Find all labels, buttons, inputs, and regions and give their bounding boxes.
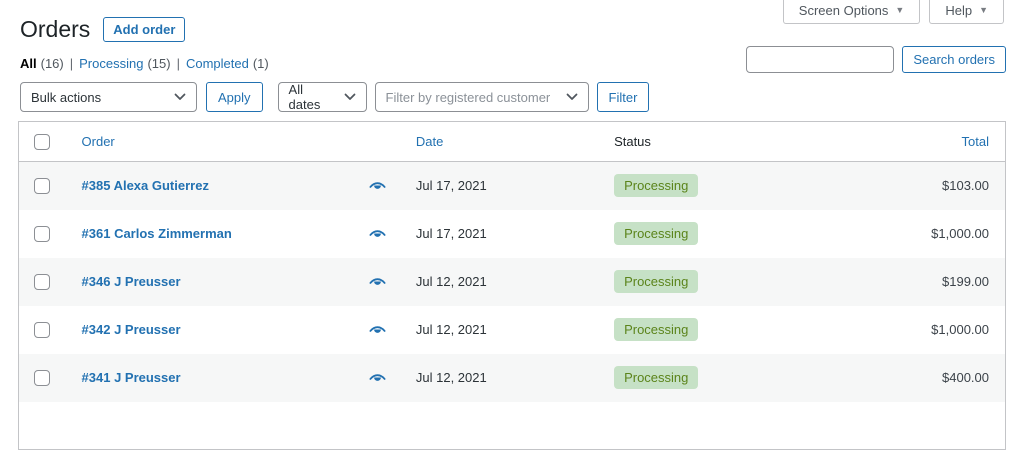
screen-options-label: Screen Options — [798, 3, 889, 18]
row-checkbox[interactable] — [34, 225, 50, 242]
status-badge: Processing — [614, 366, 699, 389]
search-box: Search orders — [746, 46, 1006, 73]
help-button[interactable]: Help ▼ — [929, 0, 1004, 24]
row-checkbox[interactable] — [34, 321, 50, 338]
order-total: $1,000.00 — [931, 322, 989, 337]
order-date: Jul 17, 2021 — [415, 178, 487, 194]
page-title: Orders — [20, 16, 91, 42]
help-label: Help — [945, 3, 973, 18]
customer-filter-select[interactable]: Filter by registered customer — [374, 82, 589, 112]
orders-table: Order Date Status Total #385 Alexa Gutie… — [18, 121, 1006, 450]
view-processing[interactable]: Processing (15) — [79, 56, 170, 71]
order-total: $1,000.00 — [931, 226, 989, 241]
order-link[interactable]: #361 Carlos Zimmerman — [82, 226, 232, 241]
page-header: Orders Add order — [20, 16, 186, 43]
chevron-down-icon — [344, 93, 356, 101]
search-orders-button[interactable]: Search orders — [902, 46, 1006, 73]
order-link[interactable]: #341 J Preusser — [82, 370, 181, 385]
table-toolbar: Bulk actions Apply All dates Filter by r… — [20, 82, 650, 112]
column-header-status: Status — [606, 121, 837, 162]
order-link[interactable]: #385 Alexa Gutierrez — [82, 178, 209, 193]
order-date: Jul 12, 2021 — [415, 370, 487, 385]
divider: | — [69, 56, 74, 71]
order-date: Jul 12, 2021 — [415, 322, 487, 337]
order-row: #361 Carlos Zimmerman Jul 17, 2021 Proce… — [18, 209, 1006, 258]
preview-eye-icon[interactable] — [369, 372, 386, 383]
filter-button[interactable]: Filter — [596, 82, 650, 112]
order-total: $103.00 — [942, 178, 989, 194]
select-all-checkbox[interactable] — [34, 133, 50, 150]
view-filters: All (16) | Processing (15) | Completed (… — [20, 56, 269, 71]
row-checkbox[interactable] — [34, 178, 50, 195]
preview-eye-icon[interactable] — [369, 324, 386, 335]
order-link[interactable]: #342 J Preusser — [82, 322, 181, 337]
order-total: $199.00 — [942, 274, 989, 289]
preview-eye-icon[interactable] — [369, 276, 386, 287]
column-header-order[interactable]: Order — [63, 121, 408, 162]
search-input[interactable] — [746, 46, 895, 73]
chevron-down-icon — [566, 93, 578, 101]
column-header-date[interactable]: Date — [407, 121, 607, 162]
order-total: $400.00 — [942, 370, 989, 385]
order-row: #342 J Preusser Jul 12, 2021 Processing … — [18, 305, 1006, 354]
order-date: Jul 17, 2021 — [415, 226, 487, 241]
order-row: #346 J Preusser Jul 12, 2021 Processing … — [18, 257, 1006, 306]
order-date: Jul 12, 2021 — [415, 274, 487, 289]
screen-meta: Screen Options ▼ Help ▼ — [782, 0, 1004, 24]
order-link[interactable]: #346 J Preusser — [82, 274, 181, 289]
view-completed[interactable]: Completed (1) — [186, 56, 269, 71]
caret-down-icon: ▼ — [979, 5, 988, 15]
order-row: #341 J Preusser Jul 12, 2021 Processing … — [18, 353, 1006, 402]
column-header-total[interactable]: Total — [836, 121, 1006, 162]
preview-eye-icon[interactable] — [369, 180, 386, 191]
bulk-actions-select[interactable]: Bulk actions — [20, 82, 197, 112]
row-checkbox[interactable] — [34, 369, 50, 386]
status-badge: Processing — [614, 270, 699, 293]
row-checkbox[interactable] — [34, 273, 50, 290]
order-row: #385 Alexa Gutierrez Jul 17, 2021 Proces… — [18, 161, 1006, 210]
order-row-partial — [18, 401, 1006, 450]
table-header-row: Order Date Status Total — [18, 121, 1006, 162]
caret-down-icon: ▼ — [895, 5, 905, 15]
add-order-button[interactable]: Add order — [103, 17, 186, 43]
screen-options-button[interactable]: Screen Options ▼ — [782, 0, 921, 24]
chevron-down-icon — [174, 93, 186, 101]
status-badge: Processing — [614, 318, 699, 341]
divider: | — [176, 56, 180, 71]
status-badge: Processing — [614, 174, 699, 198]
view-all[interactable]: All (16) — [20, 56, 64, 71]
all-dates-select[interactable]: All dates — [277, 82, 367, 112]
preview-eye-icon[interactable] — [369, 228, 386, 239]
status-badge: Processing — [614, 222, 699, 245]
apply-button[interactable]: Apply — [206, 82, 263, 112]
